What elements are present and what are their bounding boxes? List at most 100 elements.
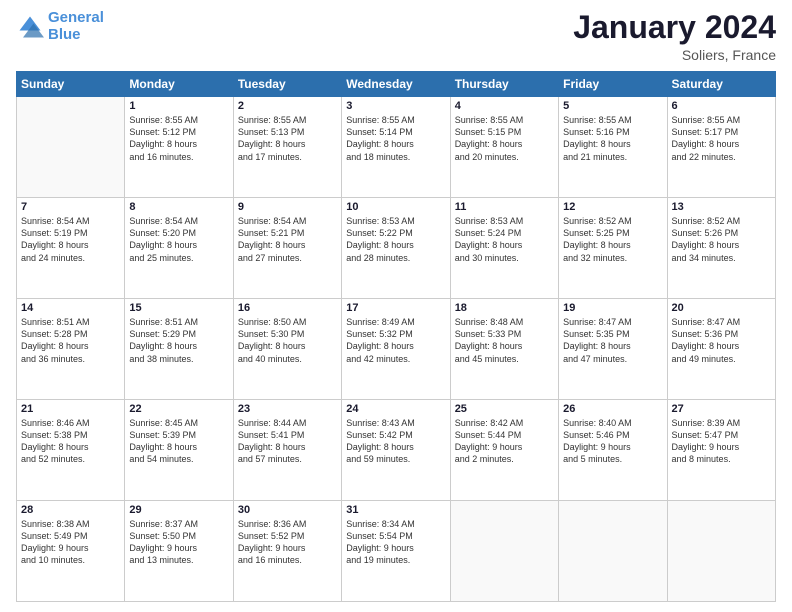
col-friday: Friday [559, 72, 667, 97]
calendar-cell [667, 501, 775, 602]
calendar-week-4: 21 Sunrise: 8:46 AM Sunset: 5:38 PM Dayli… [17, 400, 776, 501]
calendar-cell: 11Sunrise: 8:53 AM Sunset: 5:24 PM Dayli… [450, 198, 558, 299]
day-info: Sunrise: 8:55 AM Sunset: 5:15 PM Dayligh… [455, 114, 554, 163]
day-number: 23 [238, 403, 337, 415]
day-number: 17 [346, 302, 445, 314]
calendar-cell: 9 Sunrise: 8:54 AM Sunset: 5:21 PM Daylig… [233, 198, 341, 299]
day-info: Sunrise: 8:49 AM Sunset: 5:32 PM Dayligh… [346, 316, 445, 365]
logo-blue: Blue [48, 26, 81, 43]
calendar-cell: 8Sunrise: 8:54 AM Sunset: 5:20 PM Daylig… [125, 198, 233, 299]
col-saturday: Saturday [667, 72, 775, 97]
day-number: 1 [129, 100, 228, 112]
calendar-cell: 22 Sunrise: 8:45 AM Sunset: 5:39 PM Dayli… [125, 400, 233, 501]
calendar-cell: 17 Sunrise: 8:49 AM Sunset: 5:32 PM Dayli… [342, 299, 450, 400]
header: General Blue January 2024 Soliers, Franc… [16, 10, 776, 63]
calendar-cell: 27Sunrise: 8:39 AM Sunset: 5:47 PM Dayli… [667, 400, 775, 501]
calendar-cell: 2 Sunrise: 8:55 AM Sunset: 5:13 PM Daylig… [233, 97, 341, 198]
day-info: Sunrise: 8:53 AM Sunset: 5:22 PM Dayligh… [346, 215, 445, 264]
day-info: Sunrise: 8:51 AM Sunset: 5:29 PM Dayligh… [129, 316, 228, 365]
day-info: Sunrise: 8:37 AM Sunset: 5:50 PM Dayligh… [129, 518, 228, 567]
day-info: Sunrise: 8:48 AM Sunset: 5:33 PM Dayligh… [455, 316, 554, 365]
day-number: 18 [455, 302, 554, 314]
calendar-header-row: Sunday Monday Tuesday Wednesday Thursday… [17, 72, 776, 97]
calendar-cell: 20 Sunrise: 8:47 AM Sunset: 5:36 PM Dayli… [667, 299, 775, 400]
day-info: Sunrise: 8:46 AM Sunset: 5:38 PM Dayligh… [21, 417, 120, 466]
calendar-cell: 15 Sunrise: 8:51 AM Sunset: 5:29 PM Dayli… [125, 299, 233, 400]
day-info: Sunrise: 8:55 AM Sunset: 5:16 PM Dayligh… [563, 114, 662, 163]
day-number: 27 [672, 403, 771, 415]
day-info: Sunrise: 8:52 AM Sunset: 5:25 PM Dayligh… [563, 215, 662, 264]
day-info: Sunrise: 8:47 AM Sunset: 5:36 PM Dayligh… [672, 316, 771, 365]
calendar-week-1: 1 Sunrise: 8:55 AM Sunset: 5:12 PM Daylig… [17, 97, 776, 198]
day-number: 6 [672, 100, 771, 112]
day-number: 3 [346, 100, 445, 112]
calendar-cell: 25Sunrise: 8:42 AM Sunset: 5:44 PM Dayli… [450, 400, 558, 501]
calendar-cell: 23Sunrise: 8:44 AM Sunset: 5:41 PM Dayli… [233, 400, 341, 501]
day-info: Sunrise: 8:38 AM Sunset: 5:49 PM Dayligh… [21, 518, 120, 567]
day-number: 22 [129, 403, 228, 415]
calendar-cell: 10 Sunrise: 8:53 AM Sunset: 5:22 PM Dayli… [342, 198, 450, 299]
calendar-cell: 1 Sunrise: 8:55 AM Sunset: 5:12 PM Daylig… [125, 97, 233, 198]
calendar-cell: 19 Sunrise: 8:47 AM Sunset: 5:35 PM Dayli… [559, 299, 667, 400]
day-info: Sunrise: 8:54 AM Sunset: 5:21 PM Dayligh… [238, 215, 337, 264]
day-info: Sunrise: 8:45 AM Sunset: 5:39 PM Dayligh… [129, 417, 228, 466]
logo-icon [16, 13, 44, 41]
calendar-cell: 14 Sunrise: 8:51 AM Sunset: 5:28 PM Dayli… [17, 299, 125, 400]
logo-text: General Blue [48, 10, 104, 43]
calendar-cell: 30Sunrise: 8:36 AM Sunset: 5:52 PM Dayli… [233, 501, 341, 602]
day-info: Sunrise: 8:50 AM Sunset: 5:30 PM Dayligh… [238, 316, 337, 365]
calendar-cell: 5 Sunrise: 8:55 AM Sunset: 5:16 PM Daylig… [559, 97, 667, 198]
day-info: Sunrise: 8:55 AM Sunset: 5:13 PM Dayligh… [238, 114, 337, 163]
calendar-table: Sunday Monday Tuesday Wednesday Thursday… [16, 71, 776, 602]
day-number: 15 [129, 302, 228, 314]
calendar-cell [450, 501, 558, 602]
day-number: 29 [129, 504, 228, 516]
day-info: Sunrise: 8:52 AM Sunset: 5:26 PM Dayligh… [672, 215, 771, 264]
day-info: Sunrise: 8:47 AM Sunset: 5:35 PM Dayligh… [563, 316, 662, 365]
day-number: 24 [346, 403, 445, 415]
day-info: Sunrise: 8:55 AM Sunset: 5:12 PM Dayligh… [129, 114, 228, 163]
calendar-week-2: 7 Sunrise: 8:54 AM Sunset: 5:19 PM Daylig… [17, 198, 776, 299]
calendar-cell: 29 Sunrise: 8:37 AM Sunset: 5:50 PM Dayli… [125, 501, 233, 602]
day-number: 2 [238, 100, 337, 112]
day-number: 5 [563, 100, 662, 112]
col-wednesday: Wednesday [342, 72, 450, 97]
day-info: Sunrise: 8:55 AM Sunset: 5:17 PM Dayligh… [672, 114, 771, 163]
calendar-cell: 28 Sunrise: 8:38 AM Sunset: 5:49 PM Dayli… [17, 501, 125, 602]
day-number: 11 [455, 201, 554, 213]
calendar-cell: 16Sunrise: 8:50 AM Sunset: 5:30 PM Dayli… [233, 299, 341, 400]
day-number: 19 [563, 302, 662, 314]
day-info: Sunrise: 8:43 AM Sunset: 5:42 PM Dayligh… [346, 417, 445, 466]
calendar-cell: 3 Sunrise: 8:55 AM Sunset: 5:14 PM Daylig… [342, 97, 450, 198]
day-number: 13 [672, 201, 771, 213]
day-number: 7 [21, 201, 120, 213]
day-number: 9 [238, 201, 337, 213]
day-number: 14 [21, 302, 120, 314]
col-thursday: Thursday [450, 72, 558, 97]
main-title: January 2024 [573, 10, 776, 45]
page: General Blue January 2024 Soliers, Franc… [0, 0, 792, 612]
calendar-cell: 18 Sunrise: 8:48 AM Sunset: 5:33 PM Dayli… [450, 299, 558, 400]
col-sunday: Sunday [17, 72, 125, 97]
calendar-cell: 6 Sunrise: 8:55 AM Sunset: 5:17 PM Daylig… [667, 97, 775, 198]
calendar-week-3: 14 Sunrise: 8:51 AM Sunset: 5:28 PM Dayli… [17, 299, 776, 400]
calendar-cell: 13 Sunrise: 8:52 AM Sunset: 5:26 PM Dayli… [667, 198, 775, 299]
day-number: 28 [21, 504, 120, 516]
day-info: Sunrise: 8:40 AM Sunset: 5:46 PM Dayligh… [563, 417, 662, 466]
day-info: Sunrise: 8:54 AM Sunset: 5:20 PM Dayligh… [129, 215, 228, 264]
day-number: 20 [672, 302, 771, 314]
day-number: 26 [563, 403, 662, 415]
subtitle: Soliers, France [573, 47, 776, 63]
calendar-cell: 21 Sunrise: 8:46 AM Sunset: 5:38 PM Dayli… [17, 400, 125, 501]
day-number: 30 [238, 504, 337, 516]
day-number: 21 [21, 403, 120, 415]
col-monday: Monday [125, 72, 233, 97]
day-number: 10 [346, 201, 445, 213]
day-number: 25 [455, 403, 554, 415]
day-info: Sunrise: 8:55 AM Sunset: 5:14 PM Dayligh… [346, 114, 445, 163]
calendar-cell: 4Sunrise: 8:55 AM Sunset: 5:15 PM Daylig… [450, 97, 558, 198]
calendar-cell: 7 Sunrise: 8:54 AM Sunset: 5:19 PM Daylig… [17, 198, 125, 299]
day-info: Sunrise: 8:54 AM Sunset: 5:19 PM Dayligh… [21, 215, 120, 264]
day-info: Sunrise: 8:51 AM Sunset: 5:28 PM Dayligh… [21, 316, 120, 365]
calendar-cell [559, 501, 667, 602]
